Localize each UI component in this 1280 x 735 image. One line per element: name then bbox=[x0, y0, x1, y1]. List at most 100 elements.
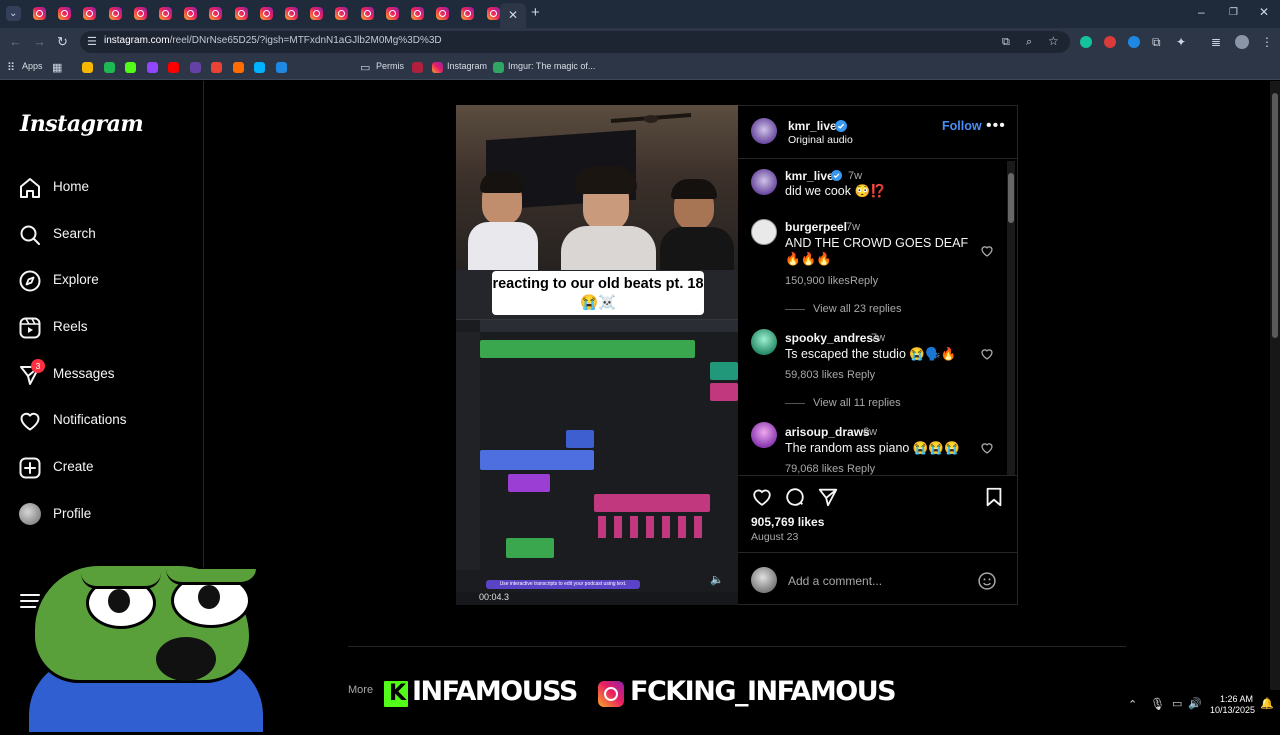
author-avatar[interactable] bbox=[751, 118, 777, 144]
instagram-tab[interactable] bbox=[310, 7, 324, 20]
comment-input[interactable]: Add a comment... bbox=[788, 574, 882, 588]
comment-likes[interactable]: 59,803 likes bbox=[785, 369, 844, 381]
bookmark-favicon[interactable] bbox=[146, 62, 158, 73]
view-replies-button[interactable]: View all 11 replies bbox=[785, 397, 901, 409]
extensions-icon[interactable]: ✦ bbox=[1176, 35, 1186, 49]
instagram-tab[interactable] bbox=[83, 7, 97, 20]
nav-reels[interactable]: Reels bbox=[18, 314, 193, 344]
instagram-tab[interactable] bbox=[335, 7, 349, 20]
comment-avatar[interactable] bbox=[751, 422, 777, 448]
reload-button[interactable]: ↻ bbox=[57, 35, 68, 49]
comment-username[interactable]: spooky_andress bbox=[785, 331, 880, 345]
bookmark-favicon[interactable] bbox=[103, 62, 115, 73]
caption-avatar[interactable] bbox=[751, 169, 777, 195]
nav-search[interactable]: Search bbox=[18, 221, 193, 251]
like-heart-icon[interactable] bbox=[751, 486, 773, 508]
bookmark-apps[interactable]: Apps bbox=[22, 61, 43, 71]
notification-bell-icon[interactable]: 🔔 bbox=[1260, 697, 1274, 710]
reading-list-icon[interactable]: ≣ bbox=[1211, 35, 1221, 49]
nav-profile[interactable]: Profile bbox=[18, 501, 193, 531]
microphone-icon[interactable]: 🎙 bbox=[1150, 697, 1165, 711]
address-bar[interactable]: ☰ instagram.com/reel/DNrNse65D25/?igsh=M… bbox=[80, 31, 1070, 53]
instagram-tab[interactable] bbox=[108, 7, 122, 20]
comments-list[interactable]: kmr_live 7w did we cook 😳⁉️ burgerpeel 7… bbox=[738, 159, 1018, 475]
close-tab-icon[interactable]: ✕ bbox=[508, 8, 518, 22]
instagram-tab[interactable] bbox=[209, 7, 223, 20]
comment-likes[interactable]: 79,068 likes bbox=[785, 463, 844, 475]
instagram-tab[interactable] bbox=[411, 7, 424, 20]
instagram-tab[interactable] bbox=[159, 7, 172, 20]
instagram-tab[interactable] bbox=[133, 7, 147, 20]
zoom-icon[interactable]: ⌕ bbox=[1026, 35, 1032, 49]
emoji-icon[interactable] bbox=[977, 571, 997, 591]
comment-reply-button[interactable]: Reply bbox=[847, 463, 875, 475]
instagram-tab[interactable] bbox=[486, 7, 500, 20]
follow-button[interactable]: Follow bbox=[942, 119, 982, 133]
instagram-logo[interactable]: Instagram bbox=[20, 111, 144, 137]
bookmark-favicon[interactable] bbox=[125, 62, 136, 73]
like-comment-heart-icon[interactable] bbox=[980, 441, 994, 455]
bookmark-favicon[interactable] bbox=[82, 62, 93, 73]
bookmark-favicon[interactable] bbox=[189, 62, 201, 73]
extension-grammarly-icon[interactable] bbox=[1080, 36, 1092, 48]
like-comment-heart-icon[interactable] bbox=[980, 347, 994, 361]
close-window-button[interactable]: ✕ bbox=[1259, 5, 1269, 19]
instagram-tab[interactable] bbox=[360, 7, 374, 20]
comment-avatar[interactable] bbox=[751, 219, 777, 245]
lastpass-icon[interactable] bbox=[412, 62, 423, 73]
back-button[interactable]: ← bbox=[9, 35, 22, 49]
active-tab[interactable]: ✕ bbox=[500, 3, 526, 28]
caption-username[interactable]: kmr_live bbox=[785, 169, 834, 183]
tab-search-button[interactable]: ⌄ bbox=[6, 6, 21, 21]
tray-overflow-icon[interactable]: ⌃ bbox=[1128, 698, 1137, 711]
instagram-tab[interactable] bbox=[33, 7, 46, 20]
author-username[interactable]: kmr_live bbox=[788, 119, 837, 133]
browser-menu-icon[interactable]: ⋮ bbox=[1261, 35, 1273, 49]
instagram-tab[interactable] bbox=[58, 7, 72, 20]
nav-explore[interactable]: Explore bbox=[18, 267, 193, 297]
bookmark-imgur[interactable]: Imgur: The magic of... bbox=[508, 61, 595, 71]
instagram-tab[interactable] bbox=[184, 7, 198, 20]
bookmark-favicon[interactable] bbox=[232, 62, 244, 73]
bookmark-favicon[interactable] bbox=[211, 62, 222, 73]
comments-scrollbar[interactable] bbox=[1007, 161, 1015, 475]
comment-username[interactable]: arisoup_draws bbox=[785, 425, 870, 439]
nav-create[interactable]: Create bbox=[18, 454, 193, 484]
new-tab-button[interactable]: + bbox=[531, 5, 540, 20]
install-app-icon[interactable]: ⧉ bbox=[1002, 35, 1010, 49]
audio-label[interactable]: Original audio bbox=[788, 134, 853, 146]
minimize-button[interactable]: – bbox=[1198, 5, 1205, 19]
comment-username[interactable]: burgerpeel bbox=[785, 220, 847, 234]
speaker-icon[interactable]: 🔊 bbox=[1188, 697, 1202, 710]
bookmark-favicon[interactable] bbox=[168, 62, 179, 73]
bookmark-instagram[interactable]: Instagram bbox=[447, 61, 487, 71]
bookmark-star-icon[interactable]: ☆ bbox=[1048, 34, 1059, 48]
clock-time[interactable]: 1:26 AM bbox=[1220, 694, 1253, 704]
like-comment-heart-icon[interactable] bbox=[980, 244, 994, 258]
instagram-tab[interactable] bbox=[234, 7, 248, 20]
forward-button[interactable]: → bbox=[33, 35, 46, 49]
clock-date[interactable]: 10/13/2025 bbox=[1210, 705, 1255, 715]
more-options-icon[interactable]: ••• bbox=[986, 118, 1006, 134]
nav-messages[interactable]: 3 Messages bbox=[18, 359, 193, 391]
apps-grid-icon[interactable]: ⠿ bbox=[7, 61, 15, 75]
volume-icon[interactable]: 🔈 bbox=[710, 573, 724, 586]
reel-video[interactable]: Use interactive transcripts to edit your… bbox=[456, 105, 738, 605]
comment-bubble-icon[interactable] bbox=[784, 486, 806, 508]
tab-groups-icon[interactable]: ▦ bbox=[52, 61, 62, 75]
comment-likes[interactable]: 150,900 likes bbox=[785, 275, 850, 287]
comment-reply-button[interactable]: Reply bbox=[850, 275, 878, 287]
nav-notifications[interactable]: Notifications bbox=[18, 407, 193, 437]
instagram-tab[interactable] bbox=[385, 7, 399, 20]
nav-home[interactable]: Home bbox=[18, 174, 193, 204]
extensions-puzzle-icon[interactable]: ⧉ bbox=[1152, 35, 1161, 49]
bookmark-favicon[interactable] bbox=[254, 62, 265, 73]
instagram-tab[interactable] bbox=[285, 7, 298, 20]
page-scrollbar[interactable] bbox=[1270, 81, 1280, 690]
comment-avatar[interactable] bbox=[751, 329, 777, 355]
bookmark-permis[interactable]: Permis bbox=[376, 61, 404, 71]
instagram-tab[interactable] bbox=[436, 7, 450, 20]
extension-red-icon[interactable] bbox=[1104, 36, 1116, 48]
bookmark-favicon[interactable] bbox=[275, 62, 287, 73]
instagram-tab[interactable] bbox=[259, 7, 273, 20]
